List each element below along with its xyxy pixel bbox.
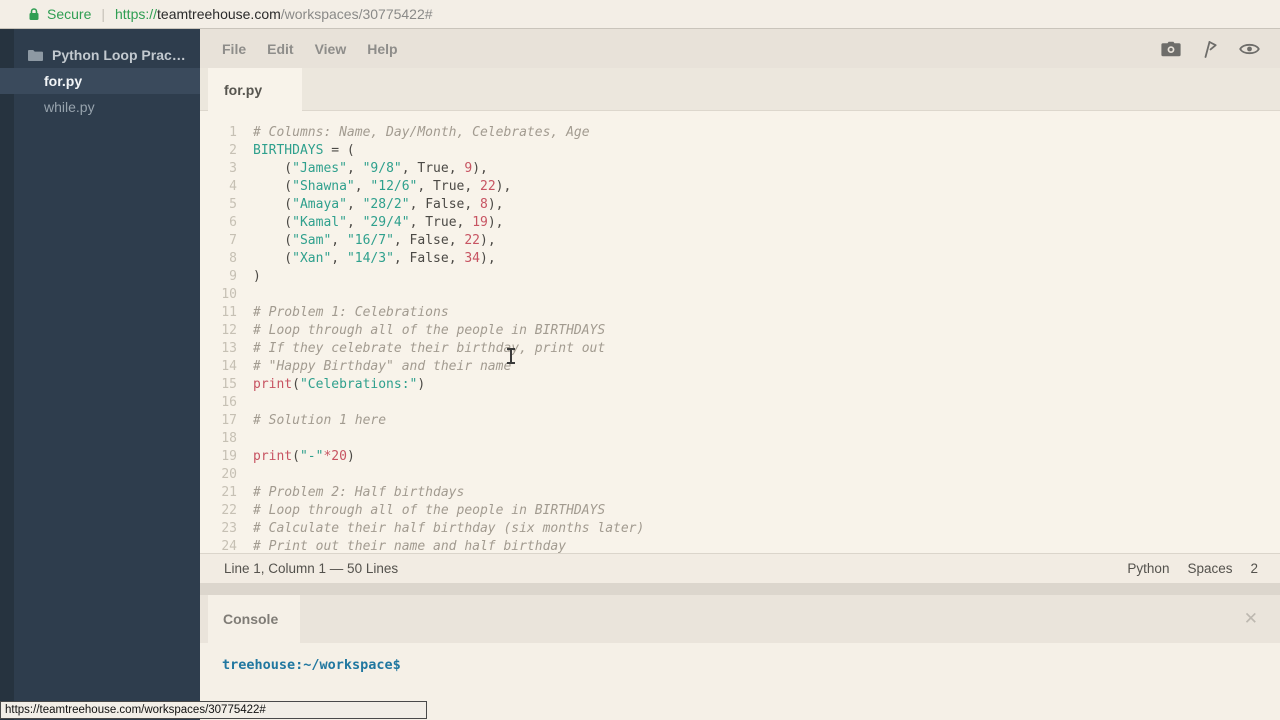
code-line[interactable]: 17# Solution 1 here (200, 412, 1280, 430)
line-number: 15 (200, 376, 237, 394)
camera-icon[interactable] (1161, 41, 1181, 57)
editor-menubar: File Edit View Help (200, 29, 1280, 68)
code-line[interactable]: 14# "Happy Birthday" and their name (200, 358, 1280, 376)
code-line[interactable]: 10 (200, 286, 1280, 304)
code-line[interactable]: 11# Problem 1: Celebrations (200, 304, 1280, 322)
console-tab-label: Console (223, 611, 278, 627)
panel-divider (200, 583, 1280, 595)
close-icon[interactable]: ✕ (1244, 595, 1258, 643)
project-name: Python Loop Prac… (52, 47, 186, 63)
line-number: 18 (200, 430, 237, 448)
terminal-prompt: treehouse:~/workspace$ (200, 643, 1280, 673)
code-line[interactable]: 21# Problem 2: Half birthdays (200, 484, 1280, 502)
url-path: /workspaces/30775422# (281, 6, 433, 22)
code-editor[interactable]: 1# Columns: Name, Day/Month, Celebrates,… (200, 111, 1280, 553)
code-line[interactable]: 16 (200, 394, 1280, 412)
code-line[interactable]: 4 ("Shawna", "12/6", True, 22), (200, 178, 1280, 196)
code-lines: 1# Columns: Name, Day/Month, Celebrates,… (200, 124, 1280, 553)
code-line[interactable]: 18 (200, 430, 1280, 448)
menu-view[interactable]: View (315, 41, 347, 57)
editor-statusbar: Line 1, Column 1 — 50 Lines Python Space… (200, 553, 1280, 583)
code-line[interactable]: 19print("-"*20) (200, 448, 1280, 466)
console-tabstrip: Console ✕ (200, 595, 1280, 643)
code-line[interactable]: 13# If they celebrate their birthday, pr… (200, 340, 1280, 358)
workspace-page: Secure | https://teamtreehouse.com/works… (0, 0, 1280, 720)
eye-icon[interactable] (1239, 42, 1260, 56)
line-number: 17 (200, 412, 237, 430)
url-scheme: https:// (115, 6, 157, 22)
line-number: 14 (200, 358, 237, 376)
indent-type-selector[interactable]: Spaces (1187, 561, 1232, 576)
code-line[interactable]: 22# Loop through all of the people in BI… (200, 502, 1280, 520)
code-line[interactable]: 9) (200, 268, 1280, 286)
line-number: 10 (200, 286, 237, 304)
project-root-item[interactable]: Python Loop Prac… (0, 42, 200, 68)
line-number: 11 (200, 304, 237, 322)
code-line[interactable]: 24# Print out their name and half birthd… (200, 538, 1280, 553)
line-number: 4 (200, 178, 237, 196)
menu-help[interactable]: Help (367, 41, 397, 57)
line-number: 1 (200, 124, 237, 142)
line-number: 20 (200, 466, 237, 484)
line-number: 19 (200, 448, 237, 466)
code-line[interactable]: 8 ("Xan", "14/3", False, 34), (200, 250, 1280, 268)
line-number: 8 (200, 250, 237, 268)
browser-address-bar[interactable]: Secure | https://teamtreehouse.com/works… (0, 0, 1280, 29)
line-number: 7 (200, 232, 237, 250)
menu-file[interactable]: File (222, 41, 246, 57)
line-number: 9 (200, 268, 237, 286)
toolbar-icons (1161, 29, 1260, 68)
url-separator: | (101, 6, 105, 22)
code-line[interactable]: 12# Loop through all of the people in BI… (200, 322, 1280, 340)
code-line[interactable]: 23# Calculate their half birthday (six m… (200, 520, 1280, 538)
lock-icon[interactable] (28, 7, 40, 21)
line-number: 23 (200, 520, 237, 538)
line-number: 3 (200, 160, 237, 178)
code-line[interactable]: 20 (200, 466, 1280, 484)
line-number: 22 (200, 502, 237, 520)
folder-icon (28, 49, 43, 61)
line-number: 16 (200, 394, 237, 412)
tab-for-py[interactable]: for.py (208, 68, 302, 111)
editor-panel: File Edit View Help (200, 29, 1280, 720)
browser-status-tooltip: https://teamtreehouse.com/workspaces/307… (0, 701, 427, 719)
secure-label: Secure (47, 6, 91, 22)
url-host: teamtreehouse.com (157, 6, 281, 22)
line-number: 24 (200, 538, 237, 553)
code-line[interactable]: 15print("Celebrations:") (200, 376, 1280, 394)
code-line[interactable]: 5 ("Amaya", "28/2", False, 8), (200, 196, 1280, 214)
tab-console[interactable]: Console (208, 595, 300, 643)
line-number: 2 (200, 142, 237, 160)
text-cursor-pointer (505, 347, 517, 365)
editor-tabstrip: for.py (200, 68, 1280, 111)
line-number: 12 (200, 322, 237, 340)
file-name: while.py (44, 99, 95, 115)
menu-edit[interactable]: Edit (267, 41, 293, 57)
line-number: 6 (200, 214, 237, 232)
cursor-position-status: Line 1, Column 1 — 50 Lines (200, 561, 398, 576)
tab-label: for.py (224, 82, 262, 98)
sidebar-item-while-py[interactable]: while.py (0, 94, 200, 120)
code-line[interactable]: 2BIRTHDAYS = ( (200, 142, 1280, 160)
line-number: 21 (200, 484, 237, 502)
code-line[interactable]: 7 ("Sam", "16/7", False, 22), (200, 232, 1280, 250)
language-selector[interactable]: Python (1127, 561, 1169, 576)
code-line[interactable]: 3 ("James", "9/8", True, 9), (200, 160, 1280, 178)
url-text[interactable]: https://teamtreehouse.com/workspaces/307… (115, 6, 433, 22)
file-tree-sidebar: Python Loop Prac… for.py while.py (0, 29, 200, 720)
line-number: 13 (200, 340, 237, 358)
file-name: for.py (44, 73, 82, 89)
fork-icon[interactable] (1202, 40, 1218, 58)
code-line[interactable]: 1# Columns: Name, Day/Month, Celebrates,… (200, 124, 1280, 142)
code-line[interactable]: 6 ("Kamal", "29/4", True, 19), (200, 214, 1280, 232)
indent-size-selector[interactable]: 2 (1250, 561, 1258, 576)
sidebar-edge-strip (0, 29, 14, 720)
sidebar-item-for-py[interactable]: for.py (0, 68, 200, 94)
line-number: 5 (200, 196, 237, 214)
